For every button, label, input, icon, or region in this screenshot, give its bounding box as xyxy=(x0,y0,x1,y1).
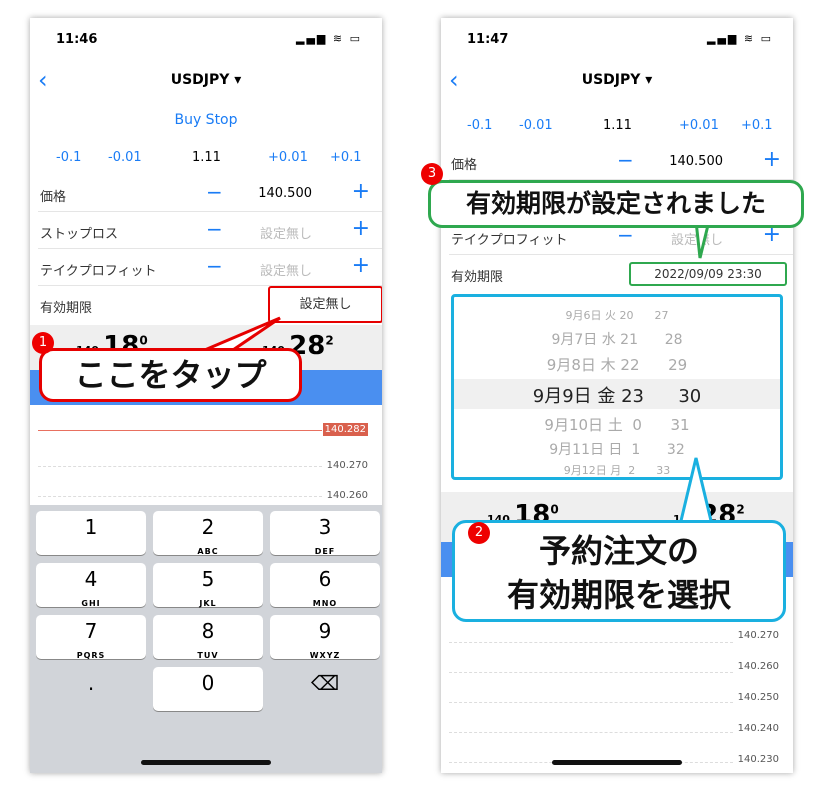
callout-expiry-set: 有効期限が設定されました xyxy=(428,180,804,228)
step-badge-1: 1 xyxy=(32,332,54,354)
callout-select-expiry: 予約注文の有効期限を選択 xyxy=(452,520,786,622)
callout-line1: 予約注文の xyxy=(538,532,699,570)
callout-tap-here: ここをタップ xyxy=(39,348,302,402)
callout-line2: 有効期限を選択 xyxy=(506,576,731,614)
step-badge-3: 3 xyxy=(421,163,443,185)
step-badge-2: 2 xyxy=(468,522,490,544)
